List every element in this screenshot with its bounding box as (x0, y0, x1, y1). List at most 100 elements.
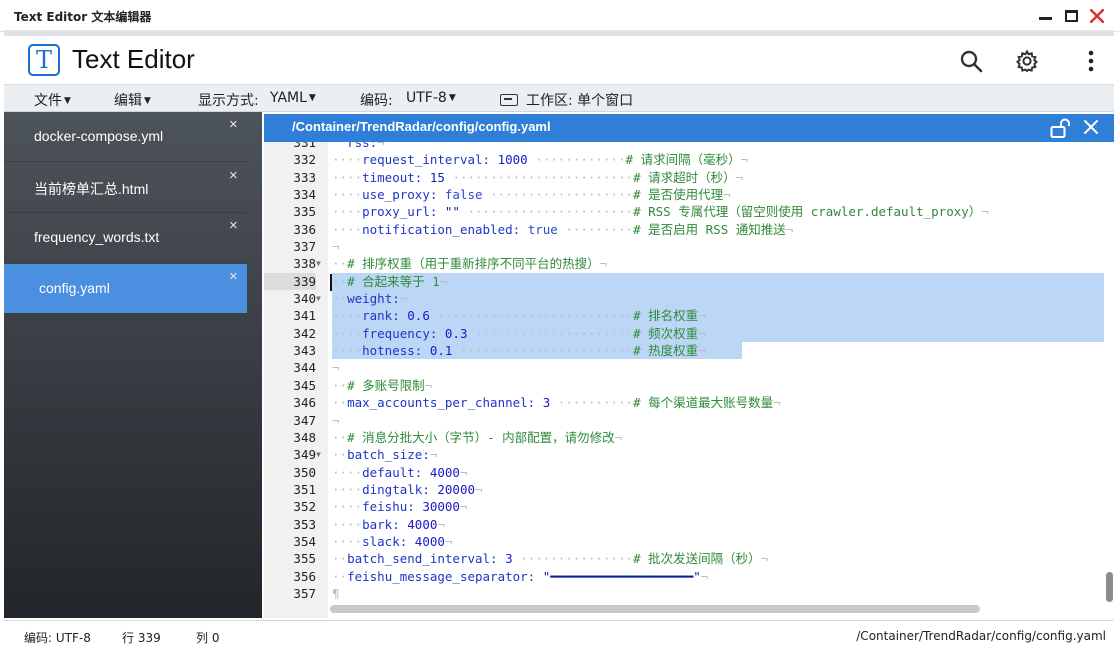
status-column: 列 0 (196, 631, 220, 645)
fold-toggle-icon[interactable]: ▼ (316, 446, 326, 463)
line-number: 342 (293, 325, 316, 341)
close-file-icon[interactable] (1082, 118, 1100, 141)
file-tab-label: config.yaml (39, 279, 110, 296)
window-title: Text Editor 文本编辑器 (14, 10, 152, 24)
code-text: ····request_interval: 1000 ············#… (332, 152, 749, 168)
code-line[interactable]: 342 ····frequency: 0.3 ··················… (264, 324, 1114, 343)
code-line[interactable]: 352 ····feishu: 30000¬ (264, 498, 1114, 515)
code-text: ··batch_send_interval: 3 ···············… (332, 551, 769, 567)
code-line[interactable]: 337 ¬ (264, 238, 1114, 255)
code-line[interactable]: 339 ··# 合起来等于 1¬ (264, 272, 1114, 291)
line-number: 341 (293, 308, 316, 324)
vertical-scrollbar[interactable] (1106, 572, 1113, 602)
close-tab-icon[interactable]: × (229, 117, 238, 132)
file-tab-label: docker-compose.yml (34, 128, 164, 144)
fold-toggle-icon[interactable]: ▼ (316, 255, 326, 272)
code-text: ····rank: 0.6 ··························… (332, 308, 706, 324)
line-number: 355 (293, 551, 316, 567)
code-line[interactable]: 336 ····notification_enabled: true ······… (264, 221, 1114, 238)
code-text: ¬ (332, 360, 340, 376)
code-line[interactable]: 344 ¬ (264, 359, 1114, 376)
code-line[interactable]: 341 ····rank: 0.6 ·······················… (264, 307, 1114, 326)
chevron-down-icon: ▼ (448, 93, 456, 103)
line-number: 338 (293, 256, 316, 272)
code-text: ··max_accounts_per_channel: 3 ··········… (332, 395, 781, 411)
code-text: ··weight:¬ (332, 291, 408, 307)
status-file-path: /Container/TrendRadar/config/config.yaml (856, 629, 1106, 643)
display-mode-select[interactable]: YAML ▼ (270, 90, 316, 106)
code-line[interactable]: 356 ··feishu_message_separator: "━━━━━━━━… (264, 568, 1114, 585)
file-tab[interactable]: frequency_words.txt × (4, 213, 247, 263)
close-tab-icon[interactable]: × (229, 269, 238, 284)
code-line[interactable]: 331 rss:¬ (264, 142, 1114, 151)
line-number: 345 (293, 377, 316, 393)
code-line[interactable]: 348 ··# 消息分批大小（字节）- 内部配置，请勿修改¬ (264, 429, 1114, 446)
close-tab-icon[interactable]: × (229, 168, 238, 183)
code-text: ····frequency: 0.3 ·····················… (332, 325, 706, 341)
line-number: 343 (293, 343, 316, 359)
code-line[interactable]: 334 ····use_proxy: false ················… (264, 186, 1114, 203)
line-number: 336 (293, 221, 316, 237)
line-number: 346 (293, 395, 316, 411)
code-line[interactable]: 353 ····bark: 4000¬ (264, 516, 1114, 533)
code-line[interactable]: 345 ··# 多账号限制¬ (264, 377, 1114, 394)
code-line[interactable]: 343 ····hotness: 0.1 ····················… (264, 342, 1114, 360)
file-tab[interactable]: docker-compose.yml × (4, 112, 247, 162)
maximize-icon[interactable] (1060, 6, 1082, 26)
search-icon[interactable] (958, 48, 984, 74)
code-line[interactable]: 355 ··batch_send_interval: 3 ············… (264, 550, 1114, 567)
line-number: 352 (293, 499, 316, 515)
code-line[interactable]: 357 ¶ (264, 585, 1114, 602)
code-line[interactable]: 349 ▼ ··batch_size:¬ (264, 446, 1114, 463)
code-line[interactable]: 335 ····proxy_url: "" ···················… (264, 203, 1114, 220)
code-line[interactable]: 338 ▼ ··# 排序权重（用于重新排序不同平台的热搜）¬ (264, 255, 1114, 272)
code-text: ··feishu_message_separator: "━━━━━━━━━━━… (332, 568, 709, 584)
code-text: ····timeout: 15 ························… (332, 169, 744, 185)
menu-edit[interactable]: 编辑 ▼ (114, 90, 151, 110)
code-line[interactable]: 333 ····timeout: 15 ·····················… (264, 169, 1114, 186)
more-vertical-icon[interactable] (1078, 48, 1104, 74)
code-text: ¬ (332, 239, 340, 255)
line-number: 344 (293, 360, 316, 376)
code-text: ··# 排序权重（用于重新排序不同平台的热搜）¬ (332, 256, 608, 272)
unlock-icon[interactable] (1050, 118, 1072, 143)
line-number: 337 (293, 239, 316, 255)
file-tabs-sidebar: docker-compose.yml × 当前榜单汇总.html × frequency… (4, 112, 262, 618)
code-lines: 331 rss:¬ 332 ····request_interval: 1000 ·… (264, 142, 1114, 602)
line-number: 334 (293, 187, 316, 203)
file-tab-label: 当前榜单汇总.html (34, 180, 149, 197)
code-editor[interactable]: 331 rss:¬ 332 ····request_interval: 1000 ·… (264, 142, 1114, 618)
menu-bar: 文件 ▼ 编辑 ▼ 显示方式: YAML ▼ 编码: UTF-8 ▼ 工作区: 单个窗口 (4, 84, 1114, 112)
display-mode-label: 显示方式: (198, 93, 259, 109)
code-text: ····dingtalk: 20000¬ (332, 481, 483, 497)
menu-file[interactable]: 文件 ▼ (34, 90, 71, 110)
code-line[interactable]: 347 ¬ (264, 412, 1114, 429)
code-line[interactable]: 350 ····default: 4000¬ (264, 464, 1114, 481)
window-titlebar: Text Editor 文本编辑器 (0, 0, 1120, 32)
code-line[interactable]: 354 ····slack: 4000¬ (264, 533, 1114, 550)
editor-file-path: /Container/TrendRadar/config/config.yaml (292, 119, 551, 134)
fold-toggle-icon[interactable]: ▼ (316, 290, 326, 307)
line-number: 331 (293, 142, 316, 150)
code-line[interactable]: 340 ▼ ··weight:¬ (264, 290, 1114, 308)
close-window-icon[interactable] (1086, 6, 1108, 26)
code-text: ····slack: 4000¬ (332, 533, 453, 549)
code-line[interactable]: 346 ··max_accounts_per_channel: 3 ·······… (264, 394, 1114, 411)
gear-icon[interactable] (1014, 48, 1040, 74)
code-line[interactable]: 351 ····dingtalk: 20000¬ (264, 481, 1114, 498)
line-number: 357 (293, 585, 316, 601)
code-text: ····default: 4000¬ (332, 464, 468, 480)
horizontal-scrollbar[interactable] (330, 605, 980, 613)
file-tab[interactable]: 当前榜单汇总.html × (4, 163, 247, 213)
code-text: ····feishu: 30000¬ (332, 499, 468, 515)
file-tab[interactable]: config.yaml × (4, 263, 247, 314)
code-text: ¬ (332, 412, 340, 428)
line-number: 350 (293, 464, 316, 480)
code-line[interactable]: 332 ····request_interval: 1000 ··········… (264, 151, 1114, 168)
code-text: ··# 多账号限制¬ (332, 377, 433, 393)
workspace-button[interactable]: 工作区: 单个窗口 (500, 90, 633, 110)
code-text: ··batch_size:¬ (332, 447, 438, 463)
close-tab-icon[interactable]: × (229, 218, 238, 233)
minimize-icon[interactable] (1034, 6, 1056, 26)
encoding-select[interactable]: UTF-8 ▼ (406, 90, 456, 106)
